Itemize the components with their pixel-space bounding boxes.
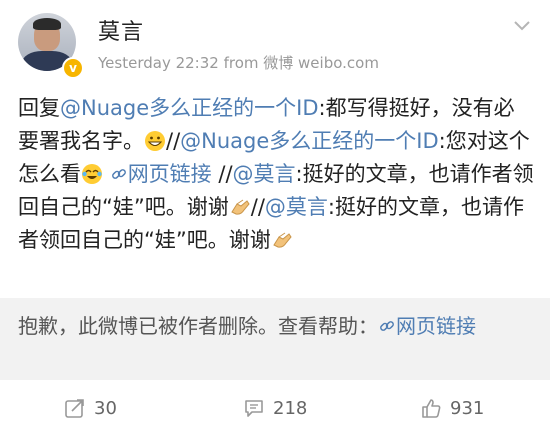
web-link-label: 网页链接 (127, 162, 212, 186)
post-meta: Yesterday 22:32 from 微博 weibo.com (98, 54, 379, 72)
link-icon (380, 321, 394, 331)
thumbs-up-icon (422, 399, 441, 418)
web-link[interactable]: 网页链接 (110, 162, 212, 186)
repost-button[interactable]: 30 (64, 396, 117, 420)
repost-icon (65, 399, 84, 418)
help-link[interactable]: 网页链接 (378, 314, 476, 338)
deleted-retweet-notice[interactable]: 抱歉，此微博已被作者删除。查看帮助： 网页链接 (0, 298, 550, 380)
chevron-down-icon[interactable] (512, 18, 532, 34)
grin-emoji-icon (145, 131, 165, 151)
clap-emoji-icon (273, 232, 292, 248)
link-icon (111, 169, 126, 179)
post-text: // (211, 162, 233, 186)
verified-badge-label: v (69, 61, 77, 75)
help-link-label: 网页链接 (396, 314, 476, 338)
like-button[interactable]: 931 (420, 396, 484, 420)
deleted-notice-text: 抱歉，此微博已被作者删除。查看帮助： (18, 314, 378, 338)
post-body: 回复@Nuage多么正经的一个ID:都写得挺好，没有必要署我名字。//@Nuag… (18, 92, 534, 257)
comment-count: 218 (273, 397, 308, 419)
post-content: 回复@Nuage多么正经的一个ID:都写得挺好，没有必要署我名字。//@Nuag… (18, 92, 534, 257)
mention-link[interactable]: @莫言 (233, 162, 296, 186)
mention-link[interactable]: @莫言 (265, 195, 328, 219)
post-header: v 莫言 Yesterday 22:32 from 微博 weibo.com (0, 0, 550, 86)
post-text: // (166, 129, 181, 153)
verified-badge-icon: v (62, 57, 84, 79)
post-text: // (250, 195, 265, 219)
like-count: 931 (450, 397, 485, 419)
post-text: 回复 (18, 96, 60, 120)
comment-icon (245, 400, 263, 417)
laugh-cry-emoji-icon (82, 164, 102, 184)
action-bar: 30 218 931 (0, 380, 550, 434)
deleted-notice-text-block: 抱歉，此微博已被作者删除。查看帮助： 网页链接 (18, 310, 534, 342)
username[interactable]: 莫言 (98, 14, 144, 46)
comment-button[interactable]: 218 (243, 396, 307, 420)
clap-emoji-icon (231, 199, 250, 215)
mention-link[interactable]: @Nuage多么正经的一个ID (180, 129, 439, 153)
mention-link[interactable]: @Nuage多么正经的一个ID (60, 96, 319, 120)
repost-count: 30 (94, 397, 117, 419)
